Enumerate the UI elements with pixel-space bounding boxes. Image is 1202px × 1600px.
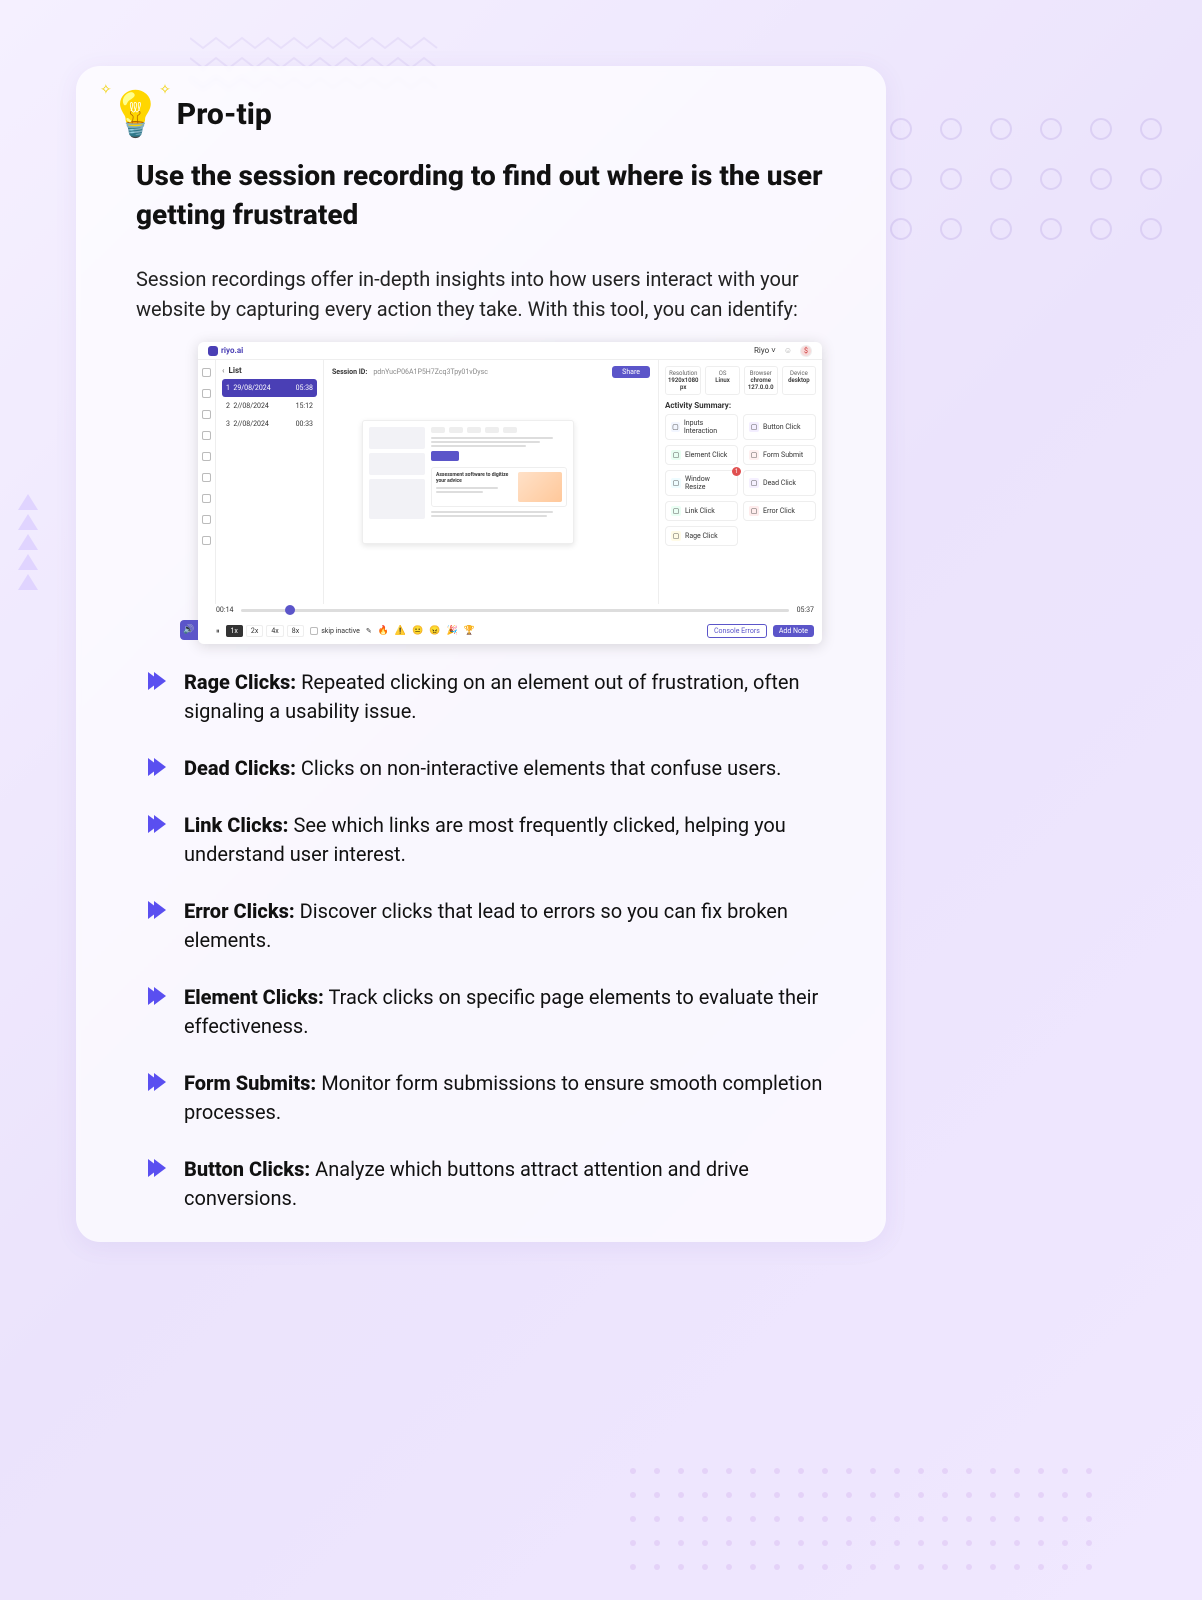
activity-summary-title: Activity Summary:	[665, 401, 816, 410]
bg-dots	[630, 1468, 1092, 1570]
avatar[interactable]: $	[800, 345, 812, 357]
rail-icon[interactable]	[202, 410, 211, 419]
add-note-button[interactable]: Add Note	[773, 625, 814, 637]
rail-icon[interactable]	[202, 368, 211, 377]
chevron-right-icon	[146, 899, 166, 955]
bullet-item: Error Clicks: Discover clicks that lead …	[146, 897, 854, 955]
speed-2x[interactable]: 2x	[246, 625, 263, 637]
session-row[interactable]: 2 2//08/202415:12	[222, 397, 317, 415]
skip-inactive-toggle[interactable]: skip inactive	[310, 627, 360, 635]
bg-circles	[890, 118, 1162, 140]
session-id-label: Session ID:	[332, 368, 367, 376]
speed-8x[interactable]: 8x	[287, 625, 304, 637]
activity-rage-click[interactable]: ▢Rage Click	[665, 526, 738, 546]
bullet-text: Rage Clicks: Repeated clicking on an ele…	[184, 668, 844, 726]
chevron-right-icon	[146, 1157, 166, 1213]
tip-title: Use the session recording to find out wh…	[136, 156, 854, 234]
brand-logo[interactable]: riyo.ai	[208, 346, 243, 356]
session-row[interactable]: 1 29/08/202405:38	[222, 379, 317, 397]
chevron-right-icon	[146, 756, 166, 783]
account-switcher[interactable]: Riyo ˅	[754, 346, 776, 355]
activity-window-resize[interactable]: ▢Window Resize1	[665, 470, 738, 496]
lightbulb-icon: 💡	[108, 88, 163, 140]
activity-error-click[interactable]: ▢Error Click	[743, 501, 816, 521]
bullet-text: Dead Clicks: Clicks on non-interactive e…	[184, 754, 781, 783]
bullet-text: Error Clicks: Discover clicks that lead …	[184, 897, 844, 955]
emoji-party-icon[interactable]: 🎉	[447, 626, 458, 636]
bullet-text: Button Clicks: Analyze which buttons att…	[184, 1155, 844, 1213]
user-icon[interactable]: ☺	[784, 346, 792, 355]
session-row[interactable]: 3 2//08/202400:33	[222, 415, 317, 433]
activity-form-submit[interactable]: ▢Form Submit	[743, 445, 816, 465]
session-id-value: pdnYucP06A1P5H7Zcq3Tpy01vDysc	[373, 368, 488, 376]
emoji-warn-icon[interactable]: ⚠️	[395, 626, 406, 636]
console-errors-button[interactable]: Console Errors	[707, 624, 767, 638]
session-recording-screenshot: 🔊 riyo.ai Riyo ˅ ☺ $	[198, 342, 822, 644]
activity-inputs-interaction[interactable]: ▢Inputs Interaction	[665, 414, 738, 440]
bullet-item: Button Clicks: Analyze which buttons att…	[146, 1155, 854, 1213]
side-rail	[198, 360, 216, 604]
chevron-right-icon	[146, 670, 166, 726]
tip-intro: Session recordings offer in-depth insigh…	[136, 264, 854, 324]
bullet-list: Rage Clicks: Repeated clicking on an ele…	[146, 668, 854, 1213]
speed-4x[interactable]: 4x	[266, 625, 283, 637]
bullet-text: Form Submits: Monitor form submissions t…	[184, 1069, 844, 1127]
list-title: List	[229, 366, 242, 375]
pause-icon[interactable]: ⏸	[216, 627, 220, 636]
speed-1x[interactable]: 1x	[226, 625, 243, 637]
emoji-trophy-icon[interactable]: 🏆	[464, 626, 475, 636]
bullet-item: Link Clicks: See which links are most fr…	[146, 811, 854, 869]
preview-card-title: Assessment software to digitize your adv…	[436, 472, 514, 484]
scrubber-knob[interactable]	[285, 605, 295, 615]
activity-dead-click[interactable]: ▢Dead Click	[743, 470, 816, 496]
info-cell: Devicedesktop	[782, 366, 816, 395]
rail-icon[interactable]	[202, 452, 211, 461]
share-button[interactable]: Share	[612, 366, 650, 378]
page-preview: Assessment software to digitize your adv…	[362, 420, 574, 544]
bg-circles	[890, 218, 1162, 240]
bg-circles	[890, 168, 1162, 190]
rail-icon[interactable]	[202, 494, 211, 503]
chevron-right-icon	[146, 1071, 166, 1127]
back-icon[interactable]: ‹	[222, 366, 225, 375]
brand-name: riyo.ai	[221, 346, 243, 355]
bullet-text: Link Clicks: See which links are most fr…	[184, 811, 844, 869]
bullet-item: Form Submits: Monitor form submissions t…	[146, 1069, 854, 1127]
emoji-think-icon[interactable]: 😐	[412, 626, 423, 636]
info-cell: Resolution1920x1080 px	[665, 366, 701, 395]
bullet-item: Element Clicks: Track clicks on specific…	[146, 983, 854, 1041]
chevron-right-icon	[146, 813, 166, 869]
edit-icon[interactable]: ✎	[366, 627, 372, 635]
bg-triangles	[18, 494, 38, 594]
bullet-text: Element Clicks: Track clicks on specific…	[184, 983, 844, 1041]
bullet-item: Rage Clicks: Repeated clicking on an ele…	[146, 668, 854, 726]
rail-icon[interactable]	[202, 536, 211, 545]
emoji-angry-icon[interactable]: 😠	[429, 626, 440, 636]
rail-icon[interactable]	[202, 431, 211, 440]
list-header[interactable]: ‹ List	[222, 366, 317, 375]
pro-tip-label: Pro-tip	[177, 97, 272, 132]
chevron-right-icon	[146, 985, 166, 1041]
activity-link-click[interactable]: ▢Link Click	[665, 501, 738, 521]
playback-timeline[interactable]: 00:14 05:37	[216, 606, 814, 614]
pro-tip-card: 💡 Pro-tip Use the session recording to f…	[76, 66, 886, 1242]
info-cell: OSLinux	[705, 366, 739, 395]
bullet-item: Dead Clicks: Clicks on non-interactive e…	[146, 754, 854, 783]
time-current: 00:14	[216, 606, 233, 614]
volume-tab-icon[interactable]: 🔊	[180, 620, 198, 640]
activity-element-click[interactable]: ▢Element Click	[665, 445, 738, 465]
rail-icon[interactable]	[202, 515, 211, 524]
rail-icon[interactable]	[202, 473, 211, 482]
activity-button-click[interactable]: ▢Button Click	[743, 414, 816, 440]
rail-icon[interactable]	[202, 389, 211, 398]
time-total: 05:37	[797, 606, 814, 614]
info-cell: Browserchrome 127.0.0.0	[744, 366, 778, 395]
emoji-fire-icon[interactable]: 🔥	[378, 626, 389, 636]
